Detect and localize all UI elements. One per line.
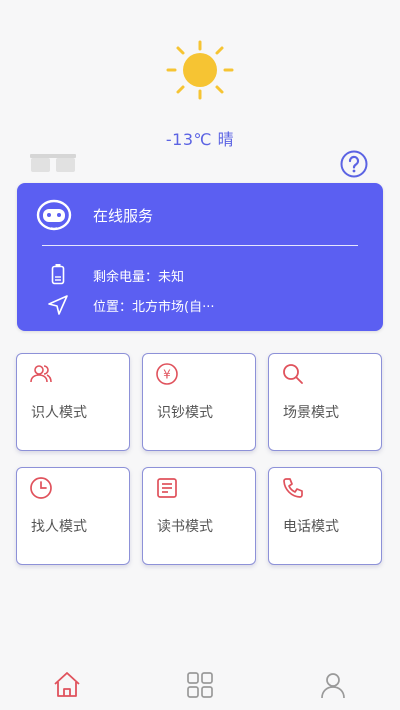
home-icon[interactable] [52, 670, 82, 700]
mode-label: 找人模式 [31, 519, 87, 535]
mode-tile-money-recognition[interactable]: ¥ 识钞模式 [142, 353, 256, 451]
mode-tile-phone[interactable]: 电话模式 [268, 467, 382, 565]
yen-money-icon: ¥ [155, 362, 179, 386]
location-status: 位置：北方市场(自··· [93, 300, 215, 315]
sun-icon [162, 38, 238, 102]
mode-tile-find-person[interactable]: 找人模式 [16, 467, 130, 565]
service-title: 在线服务 [93, 207, 154, 225]
mode-label: 电话模式 [283, 519, 339, 535]
document-lines-icon [155, 476, 179, 500]
phone-icon [281, 476, 305, 500]
mode-label: 识人模式 [31, 405, 87, 421]
mode-label: 读书模式 [157, 519, 213, 535]
search-icon [281, 362, 305, 386]
weather-text: -13℃ 晴 [165, 130, 235, 149]
mode-label: 场景模式 [283, 405, 339, 421]
svg-text:¥: ¥ [163, 368, 171, 382]
mode-label: 识钞模式 [157, 405, 213, 421]
glasses-icon [28, 152, 78, 176]
battery-icon [51, 263, 65, 285]
clock-icon [29, 476, 53, 500]
location-arrow-icon [47, 294, 69, 316]
card-divider [42, 245, 358, 246]
mode-tile-reading[interactable]: 读书模式 [142, 467, 256, 565]
user-icon[interactable] [318, 670, 348, 700]
help-question-icon[interactable] [340, 150, 368, 178]
people-icon [29, 362, 53, 386]
grid-icon[interactable] [185, 670, 215, 700]
online-service-card[interactable]: 在线服务 剩余电量：未知 位置：北方市场(自··· [17, 183, 383, 331]
mode-tile-face-recognition[interactable]: 识人模式 [16, 353, 130, 451]
mode-tile-scene[interactable]: 场景模式 [268, 353, 382, 451]
battery-status: 剩余电量：未知 [93, 270, 185, 285]
robot-icon [35, 195, 73, 235]
